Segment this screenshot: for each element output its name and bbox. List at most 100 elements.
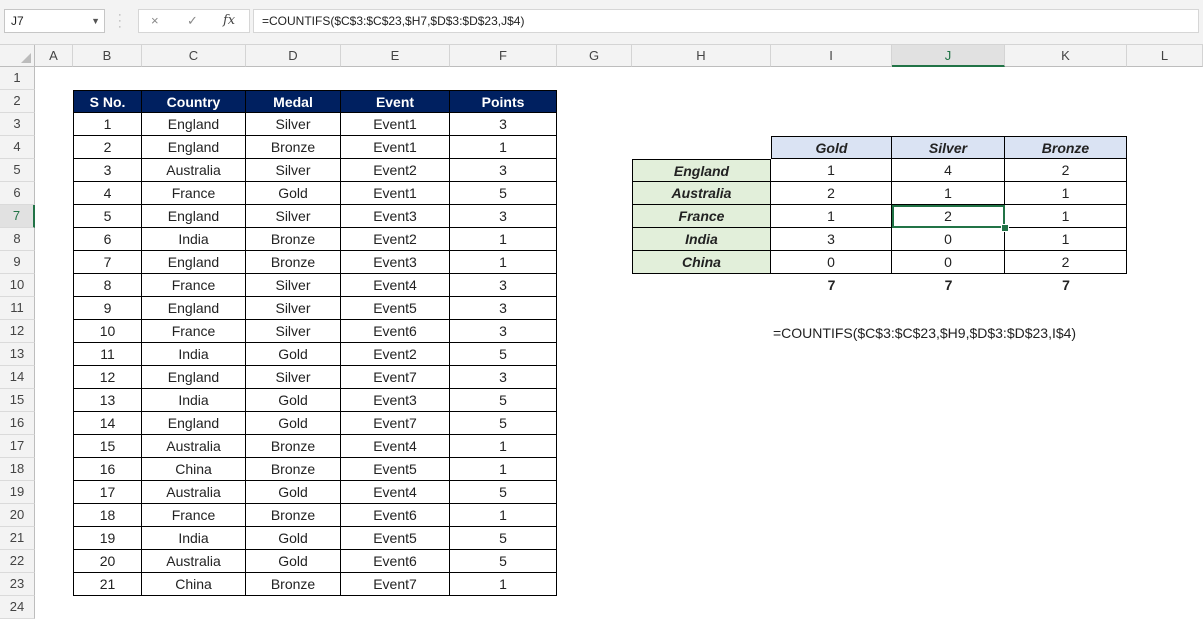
table-cell[interactable]: 9 xyxy=(73,297,142,320)
table-cell[interactable]: Event2 xyxy=(341,228,450,251)
medal-count-cell[interactable]: 1 xyxy=(892,182,1005,205)
table-cell[interactable]: Bronze xyxy=(246,251,341,274)
table-cell[interactable]: 3 xyxy=(450,366,557,389)
table-cell[interactable]: Event1 xyxy=(341,136,450,159)
table-cell[interactable]: England xyxy=(142,113,246,136)
table-cell[interactable]: 7 xyxy=(73,251,142,274)
table-cell[interactable]: 3 xyxy=(450,297,557,320)
formula-note[interactable]: =COUNTIFS($C$3:$C$23,$H9,$D$3:$D$23,I$4) xyxy=(773,322,1076,344)
row-header-4[interactable]: 4 xyxy=(0,136,35,159)
medal-count-cell[interactable]: 1 xyxy=(771,159,892,182)
table-cell[interactable]: 20 xyxy=(73,550,142,573)
table-cell[interactable]: Gold xyxy=(246,389,341,412)
table-cell[interactable]: 21 xyxy=(73,573,142,596)
table-cell[interactable]: India xyxy=(142,527,246,550)
column-header-a[interactable]: A xyxy=(35,45,73,67)
table-cell[interactable]: Silver xyxy=(246,274,341,297)
medal-total-cell[interactable]: 7 xyxy=(892,274,1005,297)
table-cell[interactable]: China xyxy=(142,573,246,596)
table-cell[interactable]: 11 xyxy=(73,343,142,366)
table-cell[interactable]: India xyxy=(142,228,246,251)
medal-count-cell[interactable]: 1 xyxy=(771,205,892,228)
active-cell[interactable]: 2 xyxy=(892,205,1005,228)
table-cell[interactable]: Silver xyxy=(246,113,341,136)
table-cell[interactable]: Event4 xyxy=(341,481,450,504)
table-cell[interactable]: 4 xyxy=(73,182,142,205)
medal-count-cell[interactable]: 0 xyxy=(892,228,1005,251)
table-cell[interactable]: 1 xyxy=(450,573,557,596)
table-cell[interactable]: 5 xyxy=(450,343,557,366)
table-cell[interactable]: Gold xyxy=(246,182,341,205)
table-cell[interactable]: Event5 xyxy=(341,527,450,550)
table-cell[interactable]: England xyxy=(142,366,246,389)
column-header-e[interactable]: E xyxy=(341,45,450,67)
column-header-k[interactable]: K xyxy=(1005,45,1127,67)
row-header-1[interactable]: 1 xyxy=(0,67,35,90)
table-cell[interactable]: 3 xyxy=(450,205,557,228)
table-cell[interactable]: Event3 xyxy=(341,389,450,412)
column-header-d[interactable]: D xyxy=(246,45,341,67)
table-cell[interactable]: 3 xyxy=(73,159,142,182)
table-cell[interactable]: Event2 xyxy=(341,159,450,182)
row-header-7[interactable]: 7 xyxy=(0,205,35,228)
row-header-19[interactable]: 19 xyxy=(0,481,35,504)
row-header-3[interactable]: 3 xyxy=(0,113,35,136)
table-cell[interactable]: 17 xyxy=(73,481,142,504)
table-cell[interactable]: Gold xyxy=(246,343,341,366)
column-header-j[interactable]: J xyxy=(892,45,1005,67)
medal-count-cell[interactable]: 1 xyxy=(1005,228,1127,251)
table-header-cell[interactable]: Points xyxy=(450,90,557,113)
table-cell[interactable]: 10 xyxy=(73,320,142,343)
table-cell[interactable]: Event7 xyxy=(341,412,450,435)
medal-header-gold[interactable]: Gold xyxy=(771,136,892,159)
table-cell[interactable]: France xyxy=(142,320,246,343)
column-header-c[interactable]: C xyxy=(142,45,246,67)
name-box[interactable]: J7 ▼ xyxy=(4,9,105,33)
table-cell[interactable]: 1 xyxy=(450,504,557,527)
row-header-14[interactable]: 14 xyxy=(0,366,35,389)
row-header-12[interactable]: 12 xyxy=(0,320,35,343)
table-cell[interactable]: Bronze xyxy=(246,136,341,159)
row-header-11[interactable]: 11 xyxy=(0,297,35,320)
medal-count-cell[interactable]: 2 xyxy=(771,182,892,205)
formula-input[interactable]: =COUNTIFS($C$3:$C$23,$H7,$D$3:$D$23,J$4) xyxy=(253,9,1199,33)
row-header-21[interactable]: 21 xyxy=(0,527,35,550)
table-cell[interactable]: France xyxy=(142,504,246,527)
row-header-24[interactable]: 24 xyxy=(0,596,35,619)
table-header-cell[interactable]: Event xyxy=(341,90,450,113)
row-header-15[interactable]: 15 xyxy=(0,389,35,412)
country-label[interactable]: England xyxy=(632,159,771,182)
medal-total-cell[interactable]: 7 xyxy=(1005,274,1127,297)
table-cell[interactable]: 5 xyxy=(450,182,557,205)
table-cell[interactable]: Event7 xyxy=(341,366,450,389)
table-cell[interactable]: Gold xyxy=(246,481,341,504)
row-header-6[interactable]: 6 xyxy=(0,182,35,205)
table-cell[interactable]: France xyxy=(142,182,246,205)
table-cell[interactable]: 5 xyxy=(450,550,557,573)
table-cell[interactable]: Australia xyxy=(142,159,246,182)
row-header-9[interactable]: 9 xyxy=(0,251,35,274)
table-cell[interactable]: 6 xyxy=(73,228,142,251)
table-cell[interactable]: 15 xyxy=(73,435,142,458)
cancel-icon[interactable]: × xyxy=(151,13,159,28)
table-cell[interactable]: Event3 xyxy=(341,251,450,274)
table-cell[interactable]: 8 xyxy=(73,274,142,297)
row-header-10[interactable]: 10 xyxy=(0,274,35,297)
table-header-cell[interactable]: Country xyxy=(142,90,246,113)
table-cell[interactable]: 5 xyxy=(450,412,557,435)
table-cell[interactable]: Australia xyxy=(142,481,246,504)
row-header-17[interactable]: 17 xyxy=(0,435,35,458)
table-cell[interactable]: 5 xyxy=(450,527,557,550)
row-header-23[interactable]: 23 xyxy=(0,573,35,596)
table-cell[interactable]: Bronze xyxy=(246,573,341,596)
table-cell[interactable]: 5 xyxy=(73,205,142,228)
table-cell[interactable]: 1 xyxy=(450,458,557,481)
medal-count-cell[interactable]: 3 xyxy=(771,228,892,251)
table-cell[interactable]: Event2 xyxy=(341,343,450,366)
medal-total-cell[interactable]: 7 xyxy=(771,274,892,297)
table-cell[interactable]: Event6 xyxy=(341,504,450,527)
table-cell[interactable]: Silver xyxy=(246,159,341,182)
table-cell[interactable]: 12 xyxy=(73,366,142,389)
row-header-18[interactable]: 18 xyxy=(0,458,35,481)
table-cell[interactable]: Event1 xyxy=(341,182,450,205)
